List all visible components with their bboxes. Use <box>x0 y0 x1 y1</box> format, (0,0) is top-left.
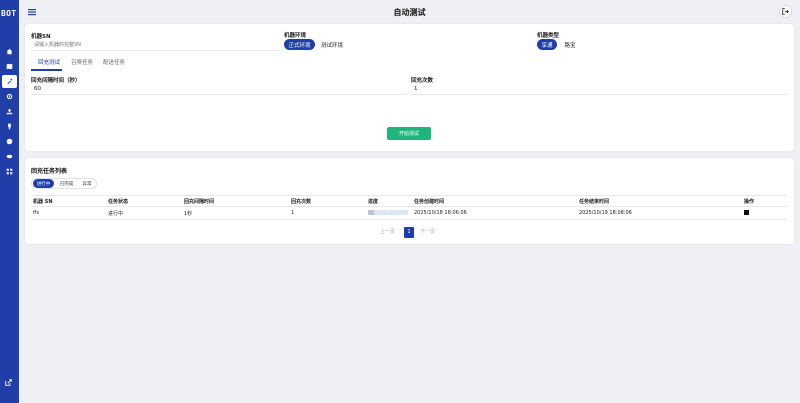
tab-delivery-task[interactable]: 配送任务 <box>103 58 125 66</box>
sidebar-item-cloud[interactable] <box>2 150 17 163</box>
cell-actions <box>742 206 787 220</box>
start-test-button[interactable]: 开始测试 <box>387 127 431 140</box>
col-header-interval: 回充间隔时间 <box>182 195 289 207</box>
active-tab-indicator <box>31 69 62 71</box>
cell-count: 1 <box>289 206 366 220</box>
env-option-test[interactable]: 测试环境 <box>318 39 346 50</box>
filter-completed[interactable]: 已完成 <box>56 179 77 188</box>
col-header-status: 任务状态 <box>106 195 182 207</box>
type-label: 机器类型 <box>537 33 560 39</box>
top-bar: 自动测试 <box>19 0 800 24</box>
page-title: 自动测试 <box>393 8 426 17</box>
env-label: 机器环境 <box>284 33 307 39</box>
sn-input[interactable] <box>31 40 281 51</box>
col-header-progress: 进度 <box>366 195 412 207</box>
sidebar-item-upload[interactable] <box>2 105 17 118</box>
usb-icon <box>8 123 11 130</box>
gear-icon <box>6 93 13 100</box>
grid-icon <box>6 168 13 175</box>
table-row: ffs 进行中 1秒 1 — 2025/10/18 18:06:06 2025/… <box>31 206 787 220</box>
sidebar-item-device[interactable] <box>2 120 17 133</box>
cloud-icon <box>6 154 13 159</box>
next-page-button[interactable]: 下一页 <box>420 227 435 238</box>
sidebar-item-network[interactable] <box>2 135 17 148</box>
status-filter-group: 进行中 已完成 异常 <box>31 178 97 189</box>
sidebar-item-settings[interactable] <box>2 90 17 103</box>
page-number-current[interactable]: 1 <box>404 227 414 238</box>
cell-progress: — <box>366 206 412 220</box>
table-header-row: 机器 SN 任务状态 回充间隔时间 回充次数 进度 任务创建时间 任务结束时间 … <box>31 195 787 207</box>
cell-created: 2025/10/18 18:06:06 <box>412 206 577 220</box>
task-list-card: 回充任务列表 进行中 已完成 异常 机器 SN 任务状态 回充间隔时间 回充次数… <box>25 158 794 244</box>
task-list-title: 回充任务列表 <box>31 168 68 175</box>
logout-icon <box>782 8 789 15</box>
sidebar-item-home[interactable] <box>2 45 17 58</box>
cell-ended: 2025/10/19 18:08:06 <box>577 206 742 220</box>
sidebar-nav <box>2 45 17 180</box>
progress-text: — <box>386 210 390 213</box>
count-label: 回充次数 <box>411 78 434 84</box>
col-header-actions: 操作 <box>742 195 787 207</box>
cell-status: 进行中 <box>106 206 182 220</box>
test-config-card: 机器SN 机器环境 正式环境 测试环境 机器类型 享通 路宝 回充测试 召唤任务… <box>25 24 794 151</box>
sn-label: 机器SN <box>31 34 51 40</box>
tool-icon <box>7 78 13 85</box>
sidebar-item-test[interactable] <box>2 75 17 88</box>
cell-interval: 1秒 <box>182 206 289 220</box>
filter-in-progress[interactable]: 进行中 <box>33 179 54 188</box>
col-header-created: 任务创建时间 <box>412 195 577 207</box>
upload-icon <box>6 108 13 115</box>
logout-button[interactable] <box>779 5 792 18</box>
progress-bar: — <box>368 210 408 215</box>
type-option-lubao[interactable]: 路宝 <box>560 39 580 50</box>
tab-recharge-test[interactable]: 回充测试 <box>38 58 60 66</box>
col-header-sn: 机器 SN <box>31 195 106 207</box>
globe-icon <box>6 138 13 145</box>
filter-error[interactable]: 异常 <box>78 179 96 188</box>
col-header-count: 回充次数 <box>289 195 366 207</box>
col-header-ended: 任务结束时间 <box>577 195 742 207</box>
sidebar-item-map[interactable] <box>2 60 17 73</box>
map-icon <box>6 63 13 70</box>
external-link-icon <box>5 379 12 386</box>
home-icon <box>6 48 13 55</box>
type-option-xiangtong[interactable]: 享通 <box>537 39 557 50</box>
tab-summon-task[interactable]: 召唤任务 <box>71 58 93 66</box>
app-logo: BOT <box>1 9 17 18</box>
cell-sn: ffs <box>31 206 106 220</box>
task-table: 机器 SN 任务状态 回充间隔时间 回充次数 进度 任务创建时间 任务结束时间 … <box>31 195 787 220</box>
prev-page-button[interactable]: 上一页 <box>380 227 395 238</box>
count-input[interactable] <box>411 84 787 95</box>
sidebar-item-apps[interactable] <box>2 165 17 178</box>
stop-task-button[interactable] <box>744 210 749 215</box>
sidebar: BOT <box>0 0 19 403</box>
interval-label: 回充间隔时间（秒） <box>31 78 81 84</box>
interval-input[interactable] <box>31 84 407 95</box>
env-option-prod[interactable]: 正式环境 <box>284 39 315 50</box>
external-link-button[interactable] <box>5 379 12 388</box>
